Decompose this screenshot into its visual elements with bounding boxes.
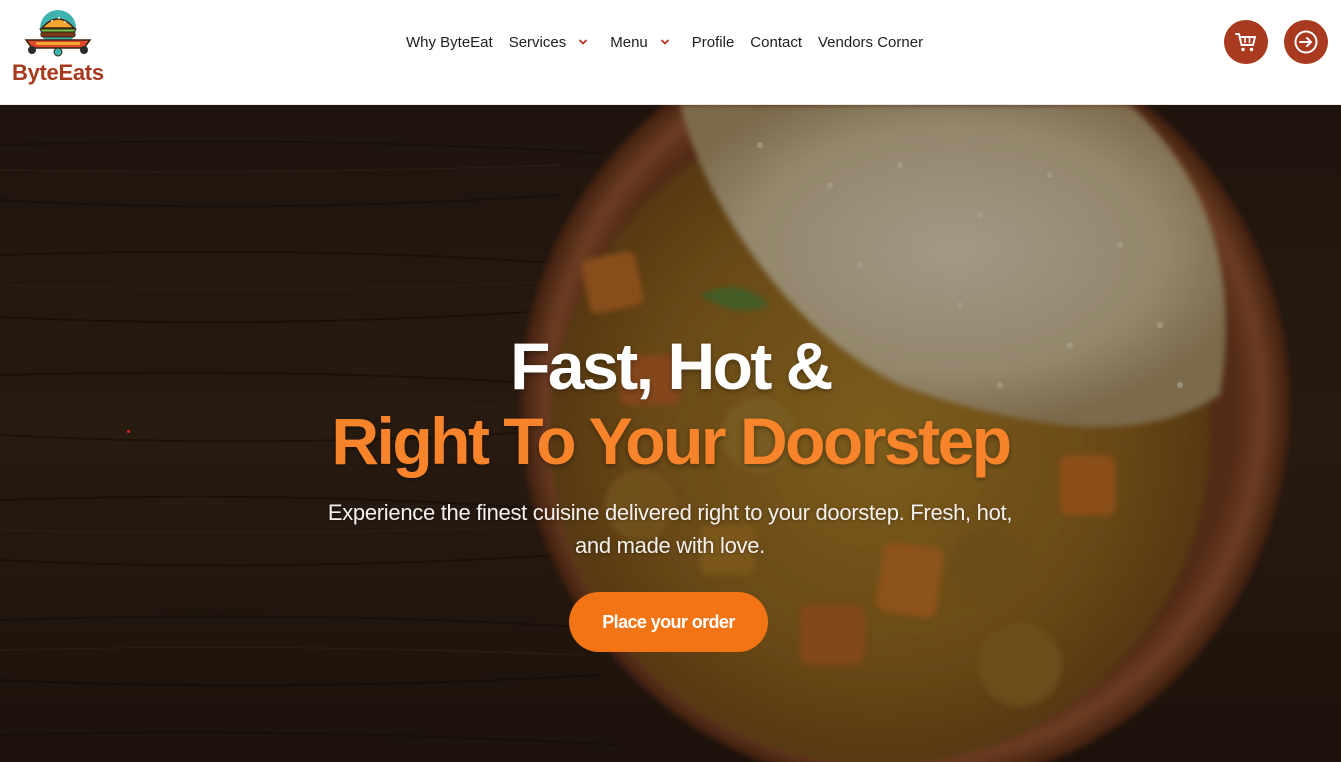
nav-item-label: Vendors Corner <box>818 33 924 51</box>
burger-plane-logo-icon <box>24 10 92 57</box>
nav-item-menu[interactable]: Menu <box>602 34 684 51</box>
nav-item-label: Why ByteEat <box>406 33 493 51</box>
hero-title-line1: Fast, Hot & <box>510 329 833 403</box>
hero-content: Fast, Hot & Right To Your Doorstep Exper… <box>0 105 1341 762</box>
site-header: ByteEats Why ByteEat Services Menu Profi… <box>0 0 1341 105</box>
cart-button[interactable] <box>1224 20 1268 64</box>
nav-item-why-byteeat[interactable]: Why ByteEat <box>398 34 501 51</box>
hero-title-line2: Right To Your Doorstep <box>331 404 1012 478</box>
main-nav: Why ByteEat Services Menu Profile Contac… <box>398 29 931 55</box>
login-arrow-icon <box>1294 30 1318 54</box>
chevron-down-icon <box>660 39 669 45</box>
chevron-down-icon <box>579 39 588 45</box>
login-button[interactable] <box>1284 20 1328 64</box>
place-order-button[interactable]: Place your order <box>569 592 768 652</box>
nav-item-label: Services <box>508 33 567 51</box>
cart-icon <box>1235 33 1256 52</box>
nav-item-label: Profile <box>691 33 735 51</box>
brand-logo[interactable]: ByteEats <box>12 8 104 90</box>
nav-item-label: Contact <box>750 33 802 51</box>
hero-subtitle: Experience the finest cuisine delivered … <box>327 500 1013 558</box>
nav-item-contact[interactable]: Contact <box>742 34 810 51</box>
nav-item-profile[interactable]: Profile <box>684 34 743 51</box>
nav-item-vendors-corner[interactable]: Vendors Corner <box>810 34 931 51</box>
nav-item-label: Menu <box>610 33 648 51</box>
nav-item-services[interactable]: Services <box>501 34 603 51</box>
brand-name: ByteEats <box>12 60 104 85</box>
hero-section: Fast, Hot & Right To Your Doorstep Exper… <box>0 105 1341 762</box>
